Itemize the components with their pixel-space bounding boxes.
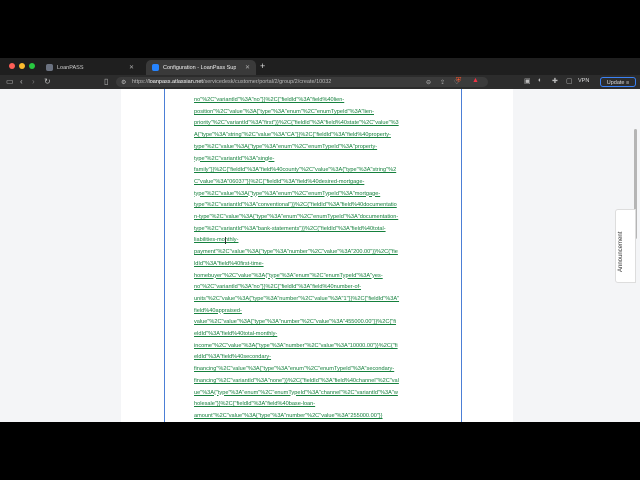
address-bar[interactable]: ⚙ https://loanpass.atlassian.net/service… [116,77,488,87]
share-icon[interactable]: ⇪ [440,78,445,88]
wallet-icon[interactable]: ▢ [566,77,573,85]
announcement-tab[interactable]: Announcement [615,209,636,283]
close-tab-icon[interactable]: ✕ [129,64,134,71]
code-line: type"%2C"variantId"%3A"bank-statements"}… [194,225,386,232]
loanpass-favicon-icon [46,64,53,71]
extension-icon-1[interactable]: ▣ [524,77,531,85]
page-content: no"%2C"variantId"%3A"no"}}%2C{"fieldId"%… [0,89,640,422]
code-line: family"}}%2C{"fieldId"%3A"field%40county… [194,167,397,174]
code-line: ue"%3A{"type"%3A"enum"%2C"enumTypeId"%3A… [194,389,398,396]
code-line: C"value"%3A"06037"}}%2C{"fieldId"%3A"fie… [194,178,365,185]
code-line: no"%2C"variantId"%3A"no"}}%2C{"fieldId"%… [194,284,362,291]
brave-shield-icon[interactable]: ⛨ [456,77,461,85]
code-line: holesale"}}%2C{"fieldId"%3A"field%40base… [194,401,316,408]
browser-toolbar: ▭ ‹ › ↻ ▯ ⚙ https://loanpass.atlassian.n… [0,75,640,89]
code-line: n-type"%2C"value"%3A{"type"%3A"enum"%2C"… [194,214,399,221]
code-line: payment"%2C"value"%3A{"type"%3A"number"%… [194,249,398,256]
code-line: financing"%2C"variantId"%3A"none"}}%2C{"… [194,377,399,384]
tab-bar: LoanPASS ✕ Configuration - LoanPass Sup … [0,58,640,75]
browser-window: LoanPASS ✕ Configuration - LoanPass Sup … [0,58,640,422]
update-button[interactable]: Update ≡ [600,77,636,87]
close-window-dot[interactable] [9,63,15,69]
code-line: type"%2C"variantId"%3A"single- [194,155,275,162]
announcement-label: Announcement [618,231,624,272]
code-line: income"%2C"value"%3A{"type"%3A"number"%2… [194,342,398,349]
bookmark-icon[interactable]: ▯ [104,77,108,86]
jira-favicon-icon [152,64,159,71]
code-line: type"%2C"variantId"%3A"conventional"}}%2… [194,202,397,209]
minimize-window-dot[interactable] [19,63,25,69]
url-encoded-text: no"%2C"variantId"%3A"no"}}%2C{"fieldId"%… [194,95,444,422]
tab-loanpass[interactable]: LoanPASS ✕ [40,60,140,75]
tab-configuration[interactable]: Configuration - LoanPass Sup ✕ [146,60,256,75]
code-line: liabilities-monthly- [194,237,239,244]
new-tab-icon[interactable]: + [260,61,265,71]
url-scheme: https:// [132,79,149,85]
close-tab-icon[interactable]: ✕ [245,64,250,71]
tab-label: Configuration - LoanPass Sup [163,64,237,71]
tab-label: LoanPASS [57,64,84,71]
extensions-puzzle-icon[interactable]: ✚ [552,77,558,85]
code-line: priority"%2C"variantId"%3A"first"}}%2C{"… [194,120,399,127]
vpn-button[interactable]: VPN [578,78,589,84]
reload-icon[interactable]: ↻ [44,77,51,86]
code-line: amount"%2C"value"%3A{"type"%3A"number"%2… [194,412,383,419]
code-line: type"%2C"value"%3A{"type"%3A"enum"%2C"en… [194,143,378,150]
site-info-icon[interactable]: ⚙ [121,78,126,88]
code-line: value"%2C"value"%3A{"type"%3A"number"%2C… [194,319,397,326]
description-textarea[interactable]: no"%2C"variantId"%3A"no"}}%2C{"fieldId"%… [164,89,462,422]
extension-icon-2[interactable]: ◐ [538,77,542,84]
maximize-window-dot[interactable] [29,63,35,69]
code-line: ldId"%3A"field%40first-time- [194,260,264,267]
code-line: eldId"%3A"field%40secondary- [194,354,272,361]
update-label: Update [606,80,625,86]
zoom-icon[interactable]: ⊖ [426,78,431,88]
code-line: position"%2C"value"%3A{"type"%3A"enum"%2… [194,108,374,115]
code-line: units"%2C"value"%3A{"type"%3A"number"%2C… [194,295,400,302]
url-path: /servicedesk/customer/portal/2/group/2/c… [202,79,332,85]
code-line: type"%2C"value"%3A{"type"%3A"enum"%2C"en… [194,190,381,197]
url-host: loanpass.atlassian.net [148,79,203,85]
forward-arrow-icon[interactable]: › [32,77,35,86]
sidebar-toggle-icon[interactable]: ▭ [6,77,14,86]
code-line: eldId"%3A"field%40total-monthly- [194,331,278,338]
code-line: field%40appraised- [194,307,242,314]
menu-icon: ≡ [626,80,630,86]
rewards-icon[interactable]: ▲ [472,77,479,84]
back-arrow-icon[interactable]: ‹ [20,77,23,86]
code-line: homebuyer"%2C"value"%3A{"type"%3A"enum"%… [194,272,383,279]
code-line: no"%2C"variantId"%3A"no"}}%2C{"fieldId"%… [194,97,345,103]
code-line: financing"%2C"value"%3A{"type"%3A"enum"%… [194,366,395,373]
text-cursor [225,237,226,244]
code-line: A{"type"%3A"string"%2C"value"%3A"CA"}}%2… [194,132,391,139]
